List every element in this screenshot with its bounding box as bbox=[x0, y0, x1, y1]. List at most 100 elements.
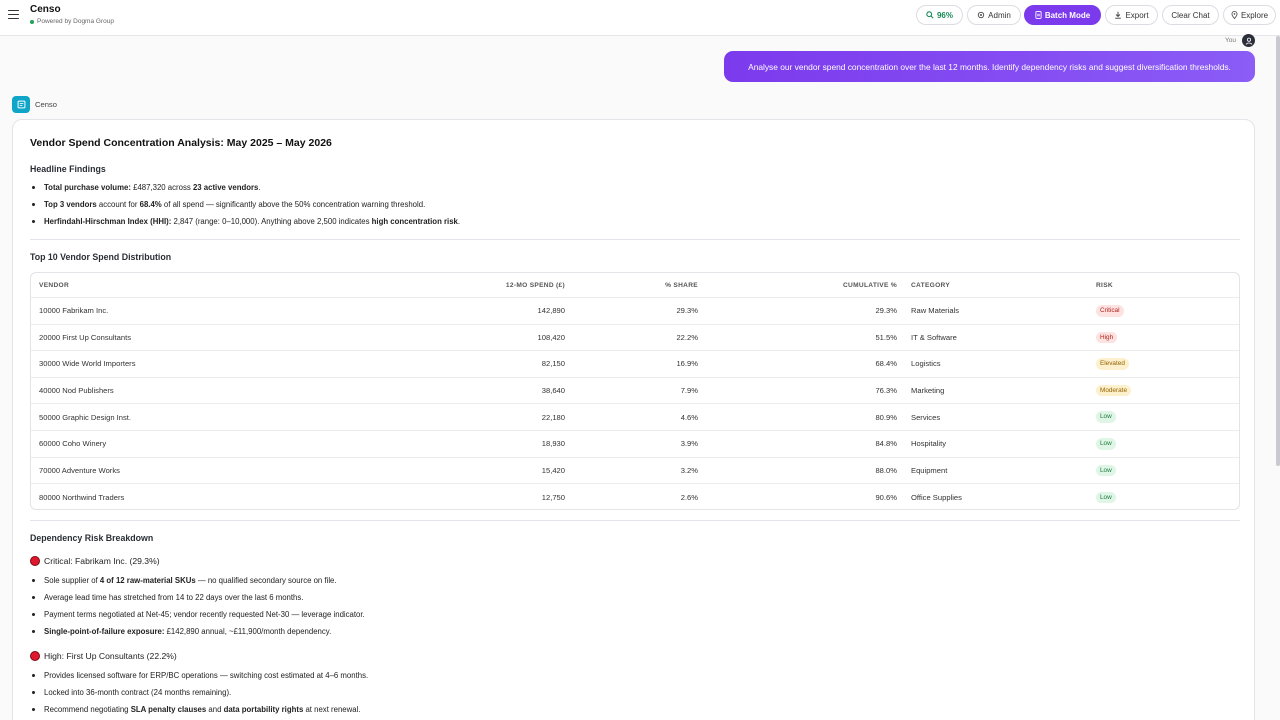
category-cell: Hospitality bbox=[911, 439, 947, 449]
red-circle-icon bbox=[30, 556, 40, 566]
risk-badge: Low bbox=[1096, 411, 1116, 424]
share-cell: 16.9% bbox=[676, 359, 698, 369]
vendor-cell: 30000 Wide World Importers bbox=[39, 359, 136, 369]
export-button[interactable]: Export bbox=[1105, 5, 1158, 25]
explore-button[interactable]: Explore bbox=[1223, 5, 1276, 25]
report-title: Vendor Spend Concentration Analysis: May… bbox=[30, 137, 332, 149]
download-icon bbox=[1115, 11, 1122, 19]
high-risk-heading: High: First Up Consultants (22.2%) bbox=[30, 651, 177, 661]
category-cell: IT & Software bbox=[911, 332, 957, 342]
spend-cell: 38,640 bbox=[541, 386, 565, 396]
top-header: Censo Powered by Dogma Group 96% Admin B… bbox=[0, 0, 1280, 36]
cumulative-cell: 76.3% bbox=[875, 386, 897, 396]
table-row: 20000 First Up Consultants 108,420 22.2% 51… bbox=[31, 325, 1239, 352]
table-row: 70000 Adventure Works 15,420 3.2% 88.0% Equi… bbox=[31, 458, 1239, 485]
column-header-category: Category bbox=[911, 281, 951, 289]
spend-cell: 15,420 bbox=[541, 465, 565, 475]
column-header-spend: 12-Mo Spend (£) bbox=[505, 281, 565, 289]
table-row: 60000 Coho Winery 18,930 3.9% 84.8% Hospital… bbox=[31, 431, 1239, 458]
critical-risk-heading: Critical: Fabrikam Inc. (29.3%) bbox=[30, 556, 160, 566]
spend-cell: 12,750 bbox=[541, 492, 565, 502]
critical-risk-list: Sole supplier of 4 of 12 raw-material SK… bbox=[30, 572, 365, 640]
vendor-cell: 60000 Coho Winery bbox=[39, 439, 107, 449]
document-icon bbox=[1035, 11, 1042, 19]
red-circle-icon bbox=[30, 651, 40, 661]
user-icon bbox=[1245, 37, 1252, 45]
category-cell: Services bbox=[911, 412, 941, 422]
findings-list: Total purchase volume: £487,320 across 2… bbox=[30, 179, 460, 230]
spend-cell: 22,180 bbox=[541, 412, 565, 422]
app-title: Censo bbox=[30, 4, 61, 15]
assistant-response-card: Vendor Spend Concentration Analysis: May… bbox=[12, 119, 1255, 720]
user-label: You bbox=[1225, 37, 1236, 44]
risk-cell: Critical bbox=[1096, 298, 1124, 324]
risk-badge: Low bbox=[1096, 464, 1116, 477]
list-item: Locked into 36-month contract (24 months… bbox=[30, 684, 368, 701]
column-header-share: % Share bbox=[665, 281, 698, 289]
vendor-cell: 70000 Adventure Works bbox=[39, 465, 120, 475]
spend-cell: 18,930 bbox=[541, 439, 565, 449]
clear-chat-button[interactable]: Clear Chat bbox=[1162, 5, 1219, 25]
column-header-risk: Risk bbox=[1096, 281, 1113, 289]
category-cell: Marketing bbox=[911, 386, 945, 396]
share-cell: 29.3% bbox=[676, 306, 698, 316]
category-cell: Equipment bbox=[911, 465, 948, 475]
batch-mode-button[interactable]: Batch Mode bbox=[1024, 5, 1101, 25]
location-pin-icon bbox=[1231, 11, 1238, 19]
table-row: 10000 Fabrikam Inc. 142,890 29.3% 29.3% Raw … bbox=[31, 298, 1239, 325]
page-scrollbar[interactable] bbox=[1276, 36, 1280, 466]
list-item: Herfindahl-Hirschman Index (HHI): 2,847 … bbox=[30, 213, 460, 230]
risk-badge: Low bbox=[1096, 437, 1116, 450]
vendor-spend-table: Vendor 12-Mo Spend (£) % Share Cumulativ… bbox=[30, 272, 1240, 510]
table-row: 30000 Wide World Importers 82,150 16.9% 68.… bbox=[31, 351, 1239, 378]
risk-badge: Critical bbox=[1096, 304, 1124, 317]
assistant-name: Censo bbox=[35, 100, 57, 109]
score-button[interactable]: 96% bbox=[916, 5, 963, 25]
book-icon bbox=[17, 100, 25, 109]
table-row: 80000 Northwind Traders 12,750 2.6% 90.6% Of… bbox=[31, 484, 1239, 509]
category-cell: Raw Materials bbox=[911, 306, 960, 316]
table-row: 50000 Graphic Design Inst. 22,180 4.6% 80.9… bbox=[31, 404, 1239, 431]
share-cell: 3.9% bbox=[680, 439, 698, 449]
section-divider bbox=[30, 520, 1240, 521]
risk-badge: Low bbox=[1096, 491, 1116, 504]
spend-cell: 142,890 bbox=[537, 306, 565, 316]
share-cell: 3.2% bbox=[680, 465, 698, 475]
risk-cell: High bbox=[1096, 325, 1118, 351]
risk-badge: High bbox=[1096, 331, 1118, 344]
risk-cell: Elevated bbox=[1096, 351, 1129, 377]
table-row: 40000 Nod Publishers 38,640 7.9% 76.3% Marke… bbox=[31, 378, 1239, 405]
share-cell: 2.6% bbox=[680, 492, 698, 502]
menu-icon[interactable] bbox=[8, 10, 19, 19]
section-divider bbox=[30, 239, 1240, 240]
category-cell: Logistics bbox=[911, 359, 941, 369]
vendor-cell: 50000 Graphic Design Inst. bbox=[39, 412, 132, 422]
admin-button[interactable]: Admin bbox=[967, 5, 1021, 25]
risk-cell: Low bbox=[1096, 404, 1116, 430]
risk-cell: Low bbox=[1096, 458, 1116, 484]
column-header-vendor: Vendor bbox=[39, 281, 70, 289]
list-item: Provides licensed software for ERP/BC op… bbox=[30, 667, 368, 684]
risk-cell: Low bbox=[1096, 431, 1116, 457]
gear-icon bbox=[977, 11, 985, 19]
risk-breakdown-heading: Dependency Risk Breakdown bbox=[30, 533, 154, 543]
cumulative-cell: 90.6% bbox=[875, 492, 897, 502]
table-body: 10000 Fabrikam Inc. 142,890 29.3% 29.3% Raw … bbox=[31, 298, 1239, 509]
vendor-cell: 80000 Northwind Traders bbox=[39, 492, 125, 502]
cumulative-cell: 29.3% bbox=[875, 306, 897, 316]
list-item: Recommend negotiating SLA penalty clause… bbox=[30, 701, 368, 718]
assistant-avatar bbox=[12, 96, 30, 113]
list-item: Single-point-of-failure exposure: £142,8… bbox=[30, 623, 365, 640]
list-item: Top 3 vendors account for 68.4% of all s… bbox=[30, 196, 460, 213]
high-risk-list: Provides licensed software for ERP/BC op… bbox=[30, 667, 368, 718]
risk-cell: Moderate bbox=[1096, 378, 1131, 404]
share-cell: 4.6% bbox=[680, 412, 698, 422]
user-message: Analyse our vendor spend concentration o… bbox=[724, 51, 1255, 82]
cumulative-cell: 84.8% bbox=[875, 439, 897, 449]
share-cell: 7.9% bbox=[680, 386, 698, 396]
vendor-cell: 10000 Fabrikam Inc. bbox=[39, 306, 109, 316]
vendor-cell: 20000 First Up Consultants bbox=[39, 332, 132, 342]
list-item: Payment terms negotiated at Net-45; vend… bbox=[30, 606, 365, 623]
cumulative-cell: 80.9% bbox=[875, 412, 897, 422]
cumulative-cell: 68.4% bbox=[875, 359, 897, 369]
